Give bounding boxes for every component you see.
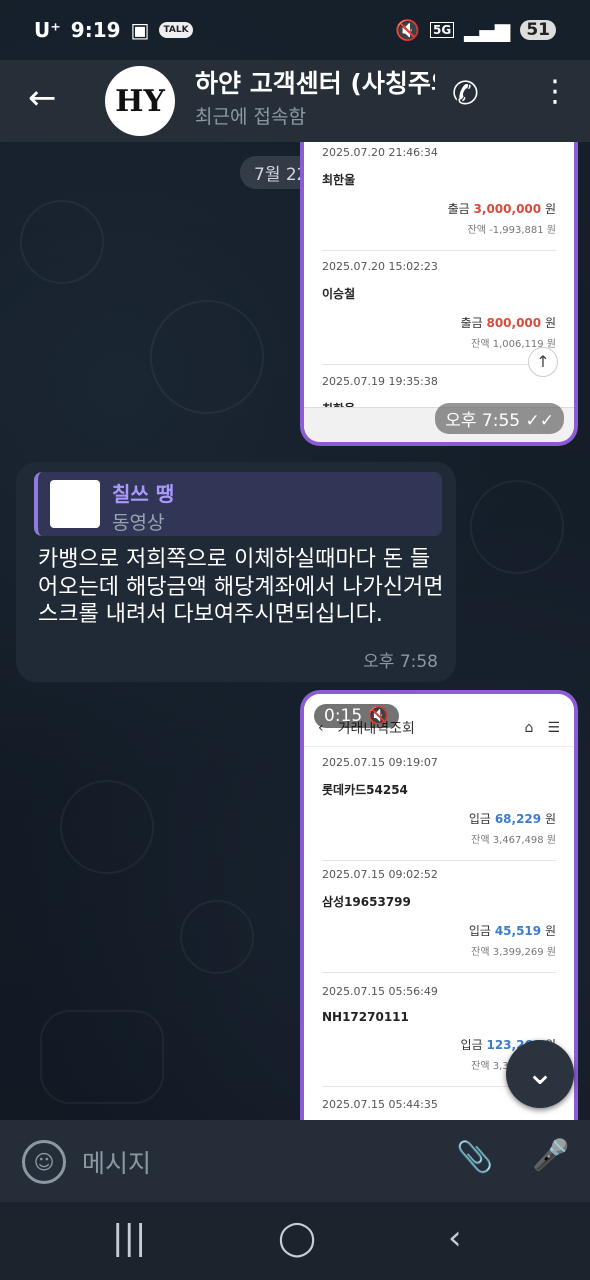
- reply-preview[interactable]: 칠쓰 땡 동영상: [34, 472, 442, 536]
- video-duration: 0:15 🔇: [314, 704, 399, 728]
- transaction-name: 최한울: [322, 173, 356, 187]
- home-icon: ⌂: [524, 720, 534, 736]
- transaction-datetime: 2025.07.15 09:19:07: [322, 756, 438, 769]
- reply-thumbnail: [50, 480, 100, 528]
- recent-apps-icon[interactable]: |||: [112, 1218, 146, 1258]
- transaction-amount: 출금 800,000 원: [460, 316, 556, 330]
- scroll-up-icon: ↑: [528, 347, 558, 377]
- transaction-amount: 입금 45,519 원: [468, 924, 556, 938]
- network-label: 5G: [429, 22, 455, 38]
- clock: 9:19: [70, 18, 121, 42]
- screenshot-icon: ▣: [130, 18, 150, 42]
- transaction-entry: 2025.07.20 21:46:34 최한울 출금 3,000,000 원 잔…: [322, 146, 556, 251]
- emoji-icon[interactable]: ☺: [22, 1140, 66, 1184]
- signal-icon: ▂▄▆: [464, 18, 511, 42]
- back-arrow-icon[interactable]: ←: [28, 78, 57, 118]
- chat-header: ← HY 하얀 고객센터 (사칭주의) 최근에 접속함 ✆ ⋮: [0, 60, 590, 142]
- kakaotalk-icon: TALK: [159, 22, 193, 38]
- transaction-datetime: 2025.07.15 05:56:49: [322, 985, 438, 998]
- transaction-entry: 2025.07.15 09:02:52 삼성19653799 입금 45,519…: [322, 868, 556, 973]
- carrier-label: U⁺: [34, 18, 61, 42]
- microphone-icon[interactable]: 🎤: [532, 1138, 569, 1173]
- battery-indicator: 51: [520, 20, 556, 40]
- more-options-icon[interactable]: ⋮: [540, 74, 570, 109]
- message-time: 오후 7:55 ✓✓: [435, 403, 564, 434]
- reply-sender-name: 칠쓰 땡: [112, 482, 175, 506]
- transaction-name: 롯데카드54254: [322, 783, 408, 797]
- transaction-amount: 출금 3,000,000 원: [447, 202, 556, 216]
- transaction-amount: 입금 68,229 원: [468, 812, 556, 826]
- message-input[interactable]: 메시지: [82, 1144, 151, 1180]
- transaction-name: 삼성19653799: [322, 895, 411, 909]
- message-bubble[interactable]: 칠쓰 땡 동영상 카뱅으로 저희쪽으로 이체하실때마다 돈 들어오는데 해당금액…: [16, 462, 456, 682]
- transaction-name: 이승철: [322, 287, 356, 301]
- chat-title[interactable]: 하얀 고객센터 (사칭주의): [195, 64, 435, 100]
- mute-icon: 🔇: [395, 18, 420, 42]
- media-message-screenshot[interactable]: 2025.07.20 21:46:34 최한울 출금 3,000,000 원 잔…: [300, 142, 578, 446]
- status-bar: U⁺ 9:19 ▣ TALK 🔇 5G ▂▄▆ 51: [0, 0, 590, 60]
- transaction-datetime: 2025.07.19 19:35:38: [322, 375, 438, 388]
- transaction-balance: 잔액 1,006,119 원: [471, 339, 556, 350]
- home-button-icon[interactable]: ◯: [278, 1218, 316, 1258]
- avatar[interactable]: HY: [105, 66, 175, 136]
- message-text: 카뱅으로 저희쪽으로 이체하실때마다 돈 들어오는데 해당금액 해당계좌에서 나…: [38, 547, 444, 627]
- reply-media-type: 동영상: [112, 512, 165, 534]
- phone-icon[interactable]: ✆: [452, 74, 479, 112]
- transaction-datetime: 2025.07.15 09:02:52: [322, 868, 438, 881]
- muted-icon: 🔇: [367, 706, 389, 726]
- transaction-entry: 2025.07.15 09:19:07 롯데카드54254 입금 68,229 …: [322, 756, 556, 861]
- transaction-datetime: 2025.07.20 21:46:34: [322, 146, 438, 159]
- system-navigation-bar: ||| ◯ ‹: [0, 1202, 590, 1280]
- scroll-down-button[interactable]: ⌄: [506, 1040, 574, 1108]
- transaction-name: NH17270111: [322, 1010, 409, 1024]
- transaction-balance: 잔액 3,399,269 원: [471, 947, 556, 958]
- message-input-bar: ☺ 메시지 📎 🎤: [0, 1120, 590, 1202]
- transaction-entry: 2025.07.20 15:02:23 이승철 출금 800,000 원 잔액 …: [322, 260, 556, 365]
- last-seen-status: 최근에 접속함: [195, 106, 306, 128]
- transaction-balance: 잔액 3,467,498 원: [471, 835, 556, 846]
- transaction-balance: 잔액 -1,993,881 원: [467, 225, 556, 236]
- message-time: 오후 7:58: [363, 652, 438, 672]
- back-nav-icon[interactable]: ‹: [448, 1218, 462, 1258]
- attachment-icon[interactable]: 📎: [456, 1140, 493, 1175]
- transaction-datetime: 2025.07.20 15:02:23: [322, 260, 438, 273]
- menu-icon: ☰: [547, 720, 560, 736]
